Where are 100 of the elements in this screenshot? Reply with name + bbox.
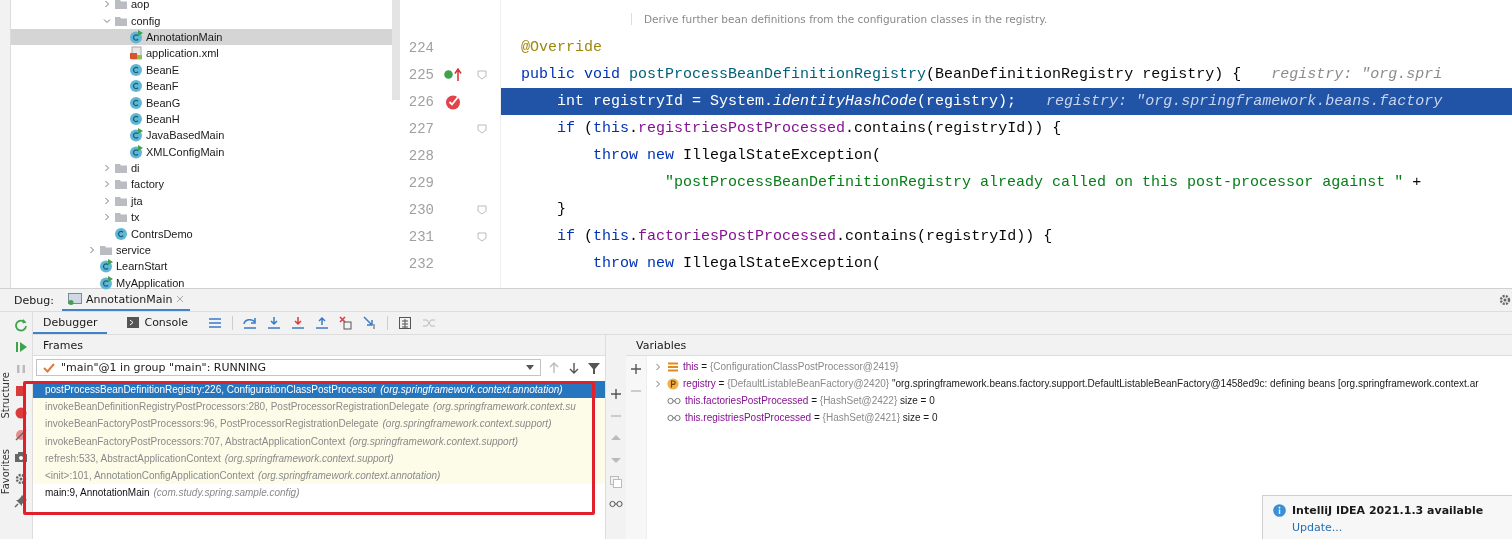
pane-title: Variables [636, 338, 687, 352]
tree-item[interactable]: ContrsDemo [11, 225, 392, 242]
runnable-class-icon [99, 259, 113, 274]
chevron-right-icon [103, 0, 111, 9]
caret-icon [526, 365, 534, 370]
override-arrow-icon [454, 67, 462, 82]
stack-frame[interactable]: invokeBeanFactoryPostProcessors:96, PostProcessorRegistrationDelegate (org.springframework.context.support) [33, 415, 605, 433]
runnable-class-icon [99, 275, 113, 290]
tree-item[interactable]: BeanG [11, 94, 392, 111]
chevron-down-icon [103, 16, 111, 25]
tree-item[interactable]: di [11, 159, 392, 177]
thread-dropdown[interactable]: "main"@1 in group "main": RUNNING [36, 359, 541, 376]
line-number: 232 [407, 255, 434, 272]
code-line: @Override [520, 38, 603, 58]
class-icon [114, 226, 128, 241]
tree-item[interactable]: service [11, 241, 392, 259]
tree-item[interactable]: tx [11, 209, 392, 226]
mute-breakpoints-icon[interactable] [14, 428, 28, 442]
runnable-class-icon [129, 29, 143, 44]
tree-item[interactable]: jta [11, 192, 392, 210]
variable-entry[interactable]: registry = {DefaultListableBeanFactory@2420} "org.springframework.beans.factory.support.DefaultListableBeanFactory@1458ed9c: defining beans [org.springframework.context.ar [683, 378, 1479, 389]
variable-entry[interactable]: this = {ConfigurationClassPostProcessor@2419} [683, 361, 899, 372]
tree-item[interactable]: LearnStart [11, 258, 392, 275]
code-line: "postProcessBeanDefinitionRegistry already called on this post-processor against " + [664, 173, 1423, 193]
step-into-icon[interactable] [267, 316, 282, 330]
runnable-class-icon [129, 144, 143, 159]
line-number: 230 [407, 201, 434, 218]
step-over-icon[interactable] [243, 316, 258, 330]
scrollbar-thumb[interactable] [392, 0, 400, 100]
console-icon [127, 316, 140, 328]
code-line: if (this.registriesPostProcessed.contains(registryId)) { [556, 119, 1063, 139]
tree-item[interactable]: AnnotationMain [11, 28, 392, 46]
rerun-icon[interactable] [14, 318, 28, 332]
runnable-class-icon [129, 128, 143, 143]
folder-icon [114, 211, 128, 224]
resume-icon[interactable] [14, 340, 28, 354]
class-icon [129, 79, 143, 94]
force-step-into-icon[interactable] [291, 316, 306, 330]
session-tab[interactable]: AnnotationMain [61, 289, 191, 311]
camera-icon[interactable] [14, 450, 28, 464]
tree-item[interactable]: BeanF [11, 77, 392, 95]
tree-item[interactable]: XMLConfigMain [11, 143, 392, 160]
xml-file-icon [129, 46, 143, 61]
breakpoint-icon [445, 93, 461, 110]
code-line: throw new IllegalStateException( [592, 146, 883, 166]
copy-icon[interactable] [609, 475, 623, 489]
tool-window-label[interactable]: Favorites [0, 448, 11, 494]
arrow-down-icon[interactable] [567, 360, 581, 375]
pane-title: Frames [43, 338, 83, 352]
fold-marker-icon[interactable] [477, 123, 487, 134]
line-number: 228 [407, 147, 434, 164]
line-number: 226 [407, 93, 434, 110]
tree-item[interactable]: BeanE [11, 61, 392, 78]
arrow-up-icon[interactable] [547, 360, 561, 375]
class-icon [129, 111, 143, 126]
class-icon [129, 95, 143, 110]
tree-item[interactable]: factory [11, 176, 392, 193]
parameter-icon [667, 377, 679, 390]
fold-marker-icon[interactable] [477, 69, 487, 80]
menu-icon[interactable] [208, 316, 223, 330]
calculator-icon[interactable] [398, 316, 413, 330]
panel-label: Debug: [14, 293, 54, 307]
debugger-tab[interactable]: Console [117, 312, 199, 334]
code-line: public void postProcessBeanDefinitionRegistry(BeanDefinitionRegistry registry) { registry: "org.spri [520, 65, 1444, 85]
tool-window-label[interactable]: Structure [0, 372, 11, 419]
folder-icon [114, 162, 128, 175]
filter-icon[interactable] [587, 360, 601, 375]
drop-frame-icon[interactable] [339, 316, 354, 330]
tree-item[interactable]: config [11, 12, 392, 29]
pin-icon[interactable] [14, 494, 28, 508]
code-line: } [556, 200, 567, 220]
stack-frame[interactable]: invokeBeanDefinitionRegistryPostProcessors:280, PostProcessorRegistrationDelegate (org.springframework.context.su [33, 398, 605, 416]
step-out-icon[interactable] [315, 316, 330, 330]
folder-icon [114, 178, 128, 191]
plus-icon[interactable] [609, 387, 623, 401]
variable-entry[interactable]: this.factoriesPostProcessed = {HashSet@2422} size = 0 [685, 395, 935, 406]
variable-entry[interactable]: this.registriesPostProcessed = {HashSet@2421} size = 0 [685, 412, 938, 423]
glasses-icon [667, 395, 681, 406]
settings-icon[interactable] [1498, 293, 1512, 307]
line-number: 231 [407, 228, 434, 245]
code-line: throw new IllegalStateException( [592, 254, 883, 274]
fold-marker-icon[interactable] [477, 204, 487, 215]
chevron-right-icon[interactable] [654, 379, 662, 388]
line-number: 225 [407, 66, 434, 83]
folder-icon [99, 244, 113, 257]
chevron-right-icon[interactable] [654, 362, 662, 371]
plus-icon[interactable] [629, 362, 643, 376]
fold-marker-icon[interactable] [477, 231, 487, 242]
update-link[interactable]: Update... [1292, 521, 1484, 534]
doc-comment: Derive further bean definitions from the configuration classes in the registry. [631, 13, 1048, 25]
class-icon [129, 62, 143, 77]
tree-item[interactable]: JavaBasedMain [11, 127, 392, 144]
tree-item[interactable]: aop [11, 0, 392, 13]
run-to-cursor-icon[interactable] [363, 316, 378, 330]
tree-item[interactable]: BeanH [11, 110, 392, 128]
folder-icon [114, 0, 128, 11]
notification-title: IntelliJ IDEA 2021.1.3 available [1292, 504, 1484, 517]
line-number: 227 [407, 120, 434, 137]
tree-item[interactable]: application.xml [11, 45, 392, 62]
close-icon [176, 295, 185, 303]
